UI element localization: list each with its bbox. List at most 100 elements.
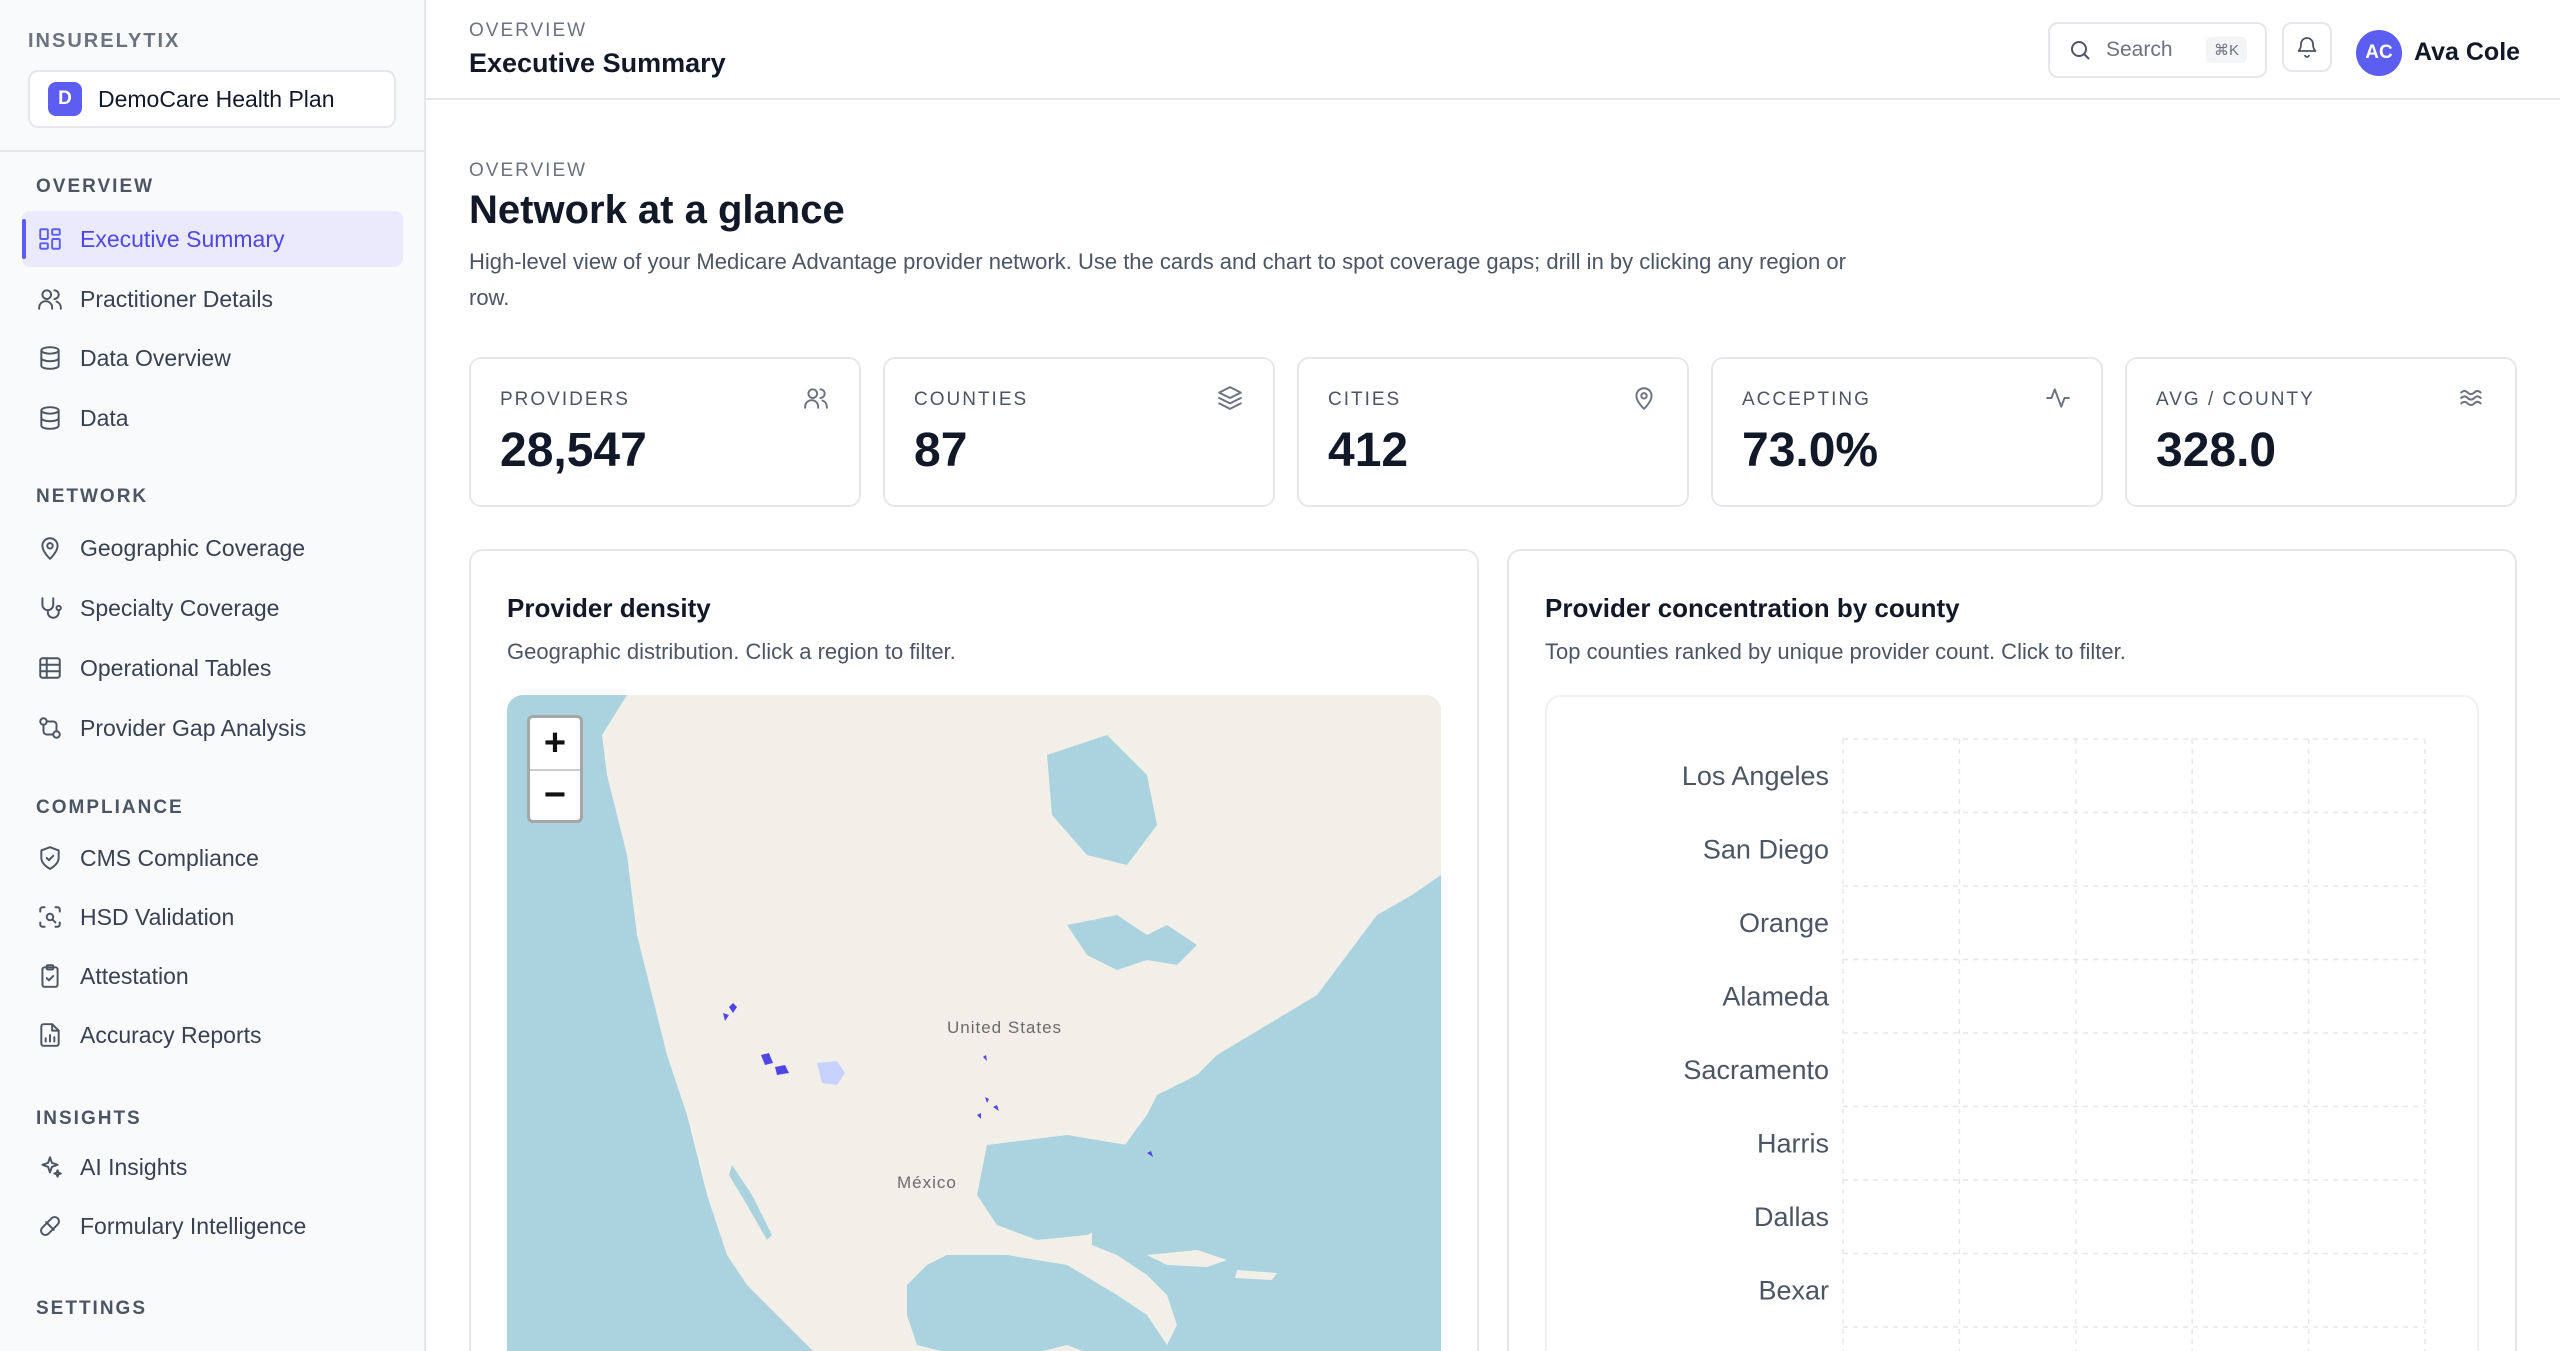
database-icon-wrap (36, 344, 64, 372)
file-chart-icon (40, 1023, 60, 1047)
sparkles-icon-wrap (36, 1153, 64, 1181)
activity-icon (2046, 388, 2070, 408)
county-bar-chart[interactable]: Los Angeles San Diego Orange Alameda Sacrame… (1545, 695, 2479, 1351)
user-avatar[interactable]: AC (2356, 30, 2402, 76)
sidebar-item-ai-insights[interactable]: AI Insights (22, 1139, 403, 1195)
nav-section-overview: OVERVIEW (36, 176, 155, 197)
kpi-icon (2459, 385, 2487, 413)
kpi-icon (1217, 385, 1245, 413)
sidebar-item-label: Attestation (80, 962, 189, 989)
sidebar-item-label: Formulary Intelligence (80, 1212, 307, 1239)
provider-density-map[interactable]: United States México + − (507, 695, 1441, 1351)
nav-section-network: NETWORK (36, 486, 149, 507)
sidebar-item-hsd-validation[interactable]: HSD Validation (22, 889, 403, 945)
nav-section-insights: INSIGHTS (36, 1108, 142, 1129)
county-chart-svg: Los Angeles San Diego Orange Alameda Sacrame… (1682, 738, 2426, 1351)
users-icon-wrap (36, 285, 64, 313)
page-eyebrow: OVERVIEW (469, 160, 588, 181)
kpi-card-avg-county: AVG / COUNTY 328.0 (2125, 357, 2517, 507)
sidebar-item-operational-tables[interactable]: Operational Tables (22, 640, 403, 696)
sidebar-item-geographic-coverage[interactable]: Geographic Coverage (22, 520, 403, 576)
search-shortcut: ⌘K (2205, 37, 2247, 63)
provider-density-card: Provider density Geographic distribution… (469, 549, 1479, 1351)
file-chart-icon-wrap (36, 1021, 64, 1049)
pill-icon (40, 1216, 60, 1236)
y-tick-label[interactable]: Dallas (1754, 1202, 1829, 1232)
kpi-label: ACCEPTING (1742, 389, 1871, 410)
kpi-icon (1631, 385, 1659, 413)
density-card-title: Provider density (507, 593, 711, 623)
sidebar-item-data-overview[interactable]: Data Overview (22, 330, 403, 386)
top-header: OVERVIEW Executive Summary Search ⌘K AC … (426, 0, 2560, 100)
kpi-icon (803, 385, 831, 413)
sidebar-item-label: Specialty Coverage (80, 594, 280, 621)
y-tick-label[interactable]: Sacramento (1683, 1055, 1829, 1085)
search-button[interactable]: Search ⌘K (2048, 22, 2267, 78)
sidebar-item-data[interactable]: Data (22, 390, 403, 446)
y-tick-label[interactable]: Bexar (1758, 1276, 1829, 1306)
table-icon (39, 657, 61, 679)
header-title: Executive Summary (469, 48, 726, 78)
layers-icon (1218, 386, 1242, 410)
kpi-icon (2045, 385, 2073, 413)
sidebar-item-cms-compliance[interactable]: CMS Compliance (22, 830, 403, 886)
git-compare-icon-wrap (36, 714, 64, 742)
sidebar-item-practitioner-details[interactable]: Practitioner Details (22, 271, 403, 327)
pill-icon-wrap (36, 1212, 64, 1240)
database-icon (40, 406, 60, 430)
kpi-value: 412 (1328, 424, 1409, 477)
sidebar-item-formulary-intelligence[interactable]: Formulary Intelligence (22, 1198, 403, 1254)
kpi-value: 73.0% (1742, 424, 1879, 477)
kpi-label: CITIES (1328, 389, 1402, 410)
map-pin-icon (41, 537, 59, 560)
nav-section-compliance: COMPLIANCE (36, 797, 184, 818)
density-card-subtitle: Geographic distribution. Click a region … (507, 639, 956, 664)
git-compare-icon (39, 717, 61, 739)
y-tick-label[interactable]: Alameda (1722, 982, 1830, 1012)
sidebar-item-specialty-coverage[interactable]: Specialty Coverage (22, 580, 403, 636)
sidebar-item-executive-summary[interactable]: Executive Summary (22, 211, 403, 267)
clipboard-check-icon (41, 964, 59, 988)
sidebar-item-label: Data Overview (80, 344, 231, 371)
org-switcher[interactable]: D DemoCare Health Plan (28, 70, 396, 128)
sparkles-icon (41, 1156, 62, 1178)
scan-search-icon (39, 906, 61, 928)
kpi-value: 28,547 (500, 424, 647, 477)
table-icon-wrap (36, 654, 64, 682)
page-title: Network at a glance (469, 188, 845, 232)
zoom-in-button[interactable]: + (530, 718, 580, 769)
search-placeholder: Search (2106, 38, 2173, 61)
clipboard-check-icon-wrap (36, 962, 64, 990)
sidebar-item-provider-gap-analysis[interactable]: Provider Gap Analysis (22, 700, 403, 756)
sidebar-item-label: Executive Summary (80, 225, 285, 252)
kpi-card-counties: COUNTIES 87 (883, 357, 1275, 507)
database-icon (40, 346, 60, 370)
sidebar-item-accuracy-reports[interactable]: Accuracy Reports (22, 1007, 403, 1063)
stethoscope-icon (41, 597, 62, 619)
sidebar-item-attestation[interactable]: Attestation (22, 948, 403, 1004)
sidebar-item-label: AI Insights (80, 1153, 188, 1180)
y-tick-label[interactable]: San Diego (1703, 835, 1829, 865)
user-name[interactable]: Ava Cole (2414, 38, 2520, 67)
map-pin-icon-wrap (36, 534, 64, 562)
y-tick-label[interactable]: Los Angeles (1682, 761, 1829, 791)
search-icon (2071, 41, 2090, 60)
kpi-value: 328.0 (2156, 424, 2277, 477)
sidebar-item-label: Provider Gap Analysis (80, 714, 307, 741)
y-tick-label[interactable]: Orange (1739, 908, 1829, 938)
notifications-button[interactable] (2282, 22, 2332, 72)
nav-section-settings: SETTINGS (36, 1298, 148, 1319)
waves-icon (2460, 389, 2482, 407)
zoom-out-button[interactable]: − (530, 769, 580, 820)
users-icon (38, 289, 62, 310)
shield-check-icon (40, 846, 60, 870)
sidebar-item-label: Practitioner Details (80, 285, 274, 312)
sidebar-item-label: Geographic Coverage (80, 534, 306, 561)
grid-icon (39, 228, 61, 250)
stethoscope-icon-wrap (36, 594, 64, 622)
concentration-card-subtitle: Top counties ranked by unique provider c… (1545, 639, 2126, 664)
sidebar-divider (0, 150, 424, 152)
map-label-mexico: México (897, 1173, 957, 1192)
kpi-card-cities: CITIES 412 (1297, 357, 1689, 507)
y-tick-label[interactable]: Harris (1757, 1129, 1829, 1159)
